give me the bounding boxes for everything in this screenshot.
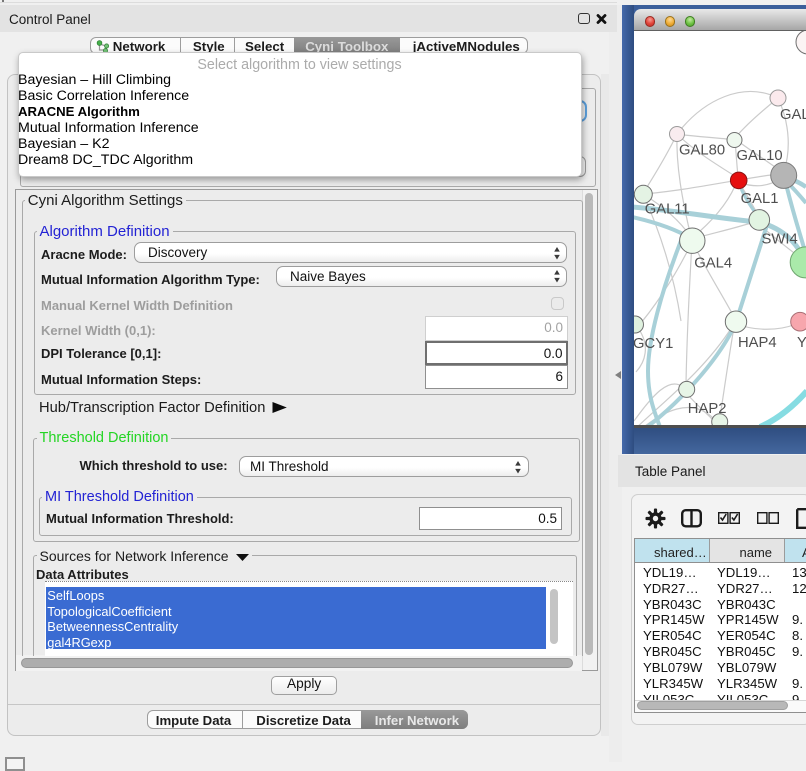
- svg-text:GCY1: GCY1: [634, 336, 673, 352]
- svg-text:GAL10: GAL10: [737, 148, 783, 164]
- svg-text:GAL11: GAL11: [645, 201, 690, 217]
- svg-text:HAP4: HAP4: [738, 335, 777, 351]
- svg-text:Y: Y: [797, 335, 806, 351]
- svg-text:GAL4: GAL4: [694, 256, 732, 272]
- svg-text:GAL80: GAL80: [679, 143, 725, 159]
- svg-text:HAP2: HAP2: [688, 401, 727, 417]
- svg-text:GAL2: GAL2: [780, 107, 806, 123]
- svg-text:GAL1: GAL1: [741, 191, 779, 207]
- svg-text:SWI4: SWI4: [762, 232, 798, 248]
